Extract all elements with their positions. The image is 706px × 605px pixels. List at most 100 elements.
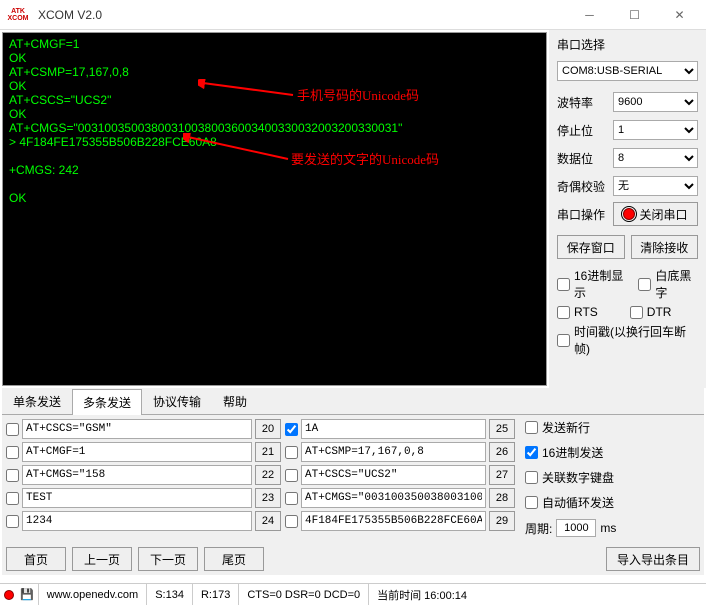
send-row-input[interactable] bbox=[22, 419, 252, 439]
multi-send-panel: 2021222324 2526272829 发送新行 16进制发送 关联数字键盘… bbox=[2, 415, 704, 575]
send-row-input[interactable] bbox=[301, 419, 486, 439]
send-row-button[interactable]: 23 bbox=[255, 488, 281, 508]
baud-select[interactable]: 9600 bbox=[613, 92, 698, 112]
send-row-button[interactable]: 21 bbox=[255, 442, 281, 462]
white-bg-checkbox[interactable] bbox=[638, 278, 651, 291]
status-sent: S:134 bbox=[146, 584, 192, 605]
window-title: XCOM V2.0 bbox=[38, 8, 567, 22]
port-select[interactable]: COM8:USB-SERIAL bbox=[557, 61, 698, 81]
record-icon bbox=[623, 208, 635, 220]
parity-select[interactable]: 无 bbox=[613, 176, 698, 196]
send-row-button[interactable]: 20 bbox=[255, 419, 281, 439]
dtr-checkbox[interactable] bbox=[630, 306, 643, 319]
rts-checkbox[interactable] bbox=[557, 306, 570, 319]
annotation-arrow-2 bbox=[183, 133, 293, 163]
send-row: 20 bbox=[6, 419, 281, 439]
tab-multi[interactable]: 多条发送 bbox=[72, 389, 142, 415]
titlebar: ATKXCOM XCOM V2.0 ─ ☐ ✕ bbox=[0, 0, 706, 30]
app-logo: ATKXCOM bbox=[4, 5, 32, 25]
send-row-input[interactable] bbox=[301, 488, 486, 508]
hex-display-checkbox[interactable] bbox=[557, 278, 570, 291]
nav-last-button[interactable]: 尾页 bbox=[204, 547, 264, 571]
terminal-line: OK bbox=[9, 191, 540, 205]
send-row: 26 bbox=[285, 442, 515, 462]
op-label: 串口操作 bbox=[557, 206, 613, 223]
maximize-button[interactable]: ☐ bbox=[612, 0, 657, 30]
annotation-1: 手机号码的Unicode码 bbox=[297, 85, 419, 104]
send-row-checkbox[interactable] bbox=[285, 446, 298, 459]
send-row: 21 bbox=[6, 442, 281, 462]
send-row: 28 bbox=[285, 488, 515, 508]
minimize-button[interactable]: ─ bbox=[567, 0, 612, 30]
status-time: 当前时间 16:00:14 bbox=[368, 584, 475, 605]
timestamp-checkbox[interactable] bbox=[557, 334, 570, 347]
import-export-button[interactable]: 导入导出条目 bbox=[606, 547, 700, 571]
send-row-checkbox[interactable] bbox=[6, 515, 19, 528]
terminal-output[interactable]: AT+CMGF=1OKAT+CSMP=17,167,0,8OKAT+CSCS="… bbox=[2, 32, 547, 386]
send-row-input[interactable] bbox=[22, 442, 252, 462]
send-row-checkbox[interactable] bbox=[6, 423, 19, 436]
save-window-button[interactable]: 保存窗口 bbox=[557, 235, 625, 259]
hex-send-checkbox[interactable] bbox=[525, 446, 538, 459]
save-icon[interactable]: 💾 bbox=[20, 588, 34, 601]
status-led-icon bbox=[4, 590, 14, 600]
annotation-arrow-1 bbox=[198, 79, 298, 99]
send-row-checkbox[interactable] bbox=[6, 446, 19, 459]
tab-protocol[interactable]: 协议传输 bbox=[142, 388, 212, 414]
send-row-input[interactable] bbox=[301, 511, 486, 531]
loop-checkbox[interactable] bbox=[525, 496, 538, 509]
send-row-button[interactable]: 29 bbox=[489, 511, 515, 531]
nav-first-button[interactable]: 首页 bbox=[6, 547, 66, 571]
send-row-button[interactable]: 25 bbox=[489, 419, 515, 439]
toggle-port-button[interactable]: 关闭串口 bbox=[613, 202, 698, 226]
tab-help[interactable]: 帮助 bbox=[212, 388, 258, 414]
send-row-checkbox[interactable] bbox=[285, 423, 298, 436]
terminal-line: OK bbox=[9, 107, 540, 121]
parity-label: 奇偶校验 bbox=[557, 178, 613, 195]
tab-single[interactable]: 单条发送 bbox=[2, 388, 72, 414]
send-row-input[interactable] bbox=[22, 511, 252, 531]
status-lines: CTS=0 DSR=0 DCD=0 bbox=[238, 584, 368, 605]
annotation-2: 要发送的文字的Unicode码 bbox=[291, 149, 439, 168]
nav-next-button[interactable]: 下一页 bbox=[138, 547, 198, 571]
send-row: 23 bbox=[6, 488, 281, 508]
close-button[interactable]: ✕ bbox=[657, 0, 702, 30]
data-select[interactable]: 8 bbox=[613, 148, 698, 168]
send-row-button[interactable]: 22 bbox=[255, 465, 281, 485]
send-row-checkbox[interactable] bbox=[285, 492, 298, 505]
send-tabs: 单条发送 多条发送 协议传输 帮助 bbox=[2, 388, 704, 415]
send-row-checkbox[interactable] bbox=[285, 515, 298, 528]
send-row-input[interactable] bbox=[301, 442, 486, 462]
clear-rx-button[interactable]: 清除接收 bbox=[631, 235, 699, 259]
send-row-button[interactable]: 28 bbox=[489, 488, 515, 508]
nav-prev-button[interactable]: 上一页 bbox=[72, 547, 132, 571]
send-row-button[interactable]: 24 bbox=[255, 511, 281, 531]
numpad-checkbox[interactable] bbox=[525, 471, 538, 484]
send-row-input[interactable] bbox=[22, 465, 252, 485]
send-row-input[interactable] bbox=[22, 488, 252, 508]
side-panel: 串口选择 COM8:USB-SERIAL 波特率9600 停止位1 数据位8 奇… bbox=[549, 30, 706, 388]
send-row-checkbox[interactable] bbox=[6, 469, 19, 482]
send-row: 24 bbox=[6, 511, 281, 531]
send-row-button[interactable]: 27 bbox=[489, 465, 515, 485]
terminal-line bbox=[9, 177, 540, 191]
period-input[interactable] bbox=[556, 519, 596, 537]
status-bar: 💾 www.openedv.com S:134 R:173 CTS=0 DSR=… bbox=[0, 583, 706, 605]
port-section-title: 串口选择 bbox=[557, 36, 698, 53]
send-row: 25 bbox=[285, 419, 515, 439]
terminal-line: +CMGS: 242 bbox=[9, 163, 540, 177]
send-row: 29 bbox=[285, 511, 515, 531]
status-url[interactable]: www.openedv.com bbox=[38, 584, 147, 605]
terminal-line: AT+CSMP=17,167,0,8 bbox=[9, 65, 540, 79]
data-label: 数据位 bbox=[557, 150, 613, 167]
terminal-line: OK bbox=[9, 51, 540, 65]
stop-select[interactable]: 1 bbox=[613, 120, 698, 140]
status-recv: R:173 bbox=[192, 584, 238, 605]
send-row: 27 bbox=[285, 465, 515, 485]
send-row-button[interactable]: 26 bbox=[489, 442, 515, 462]
send-row-checkbox[interactable] bbox=[6, 492, 19, 505]
baud-label: 波特率 bbox=[557, 94, 613, 111]
send-row-input[interactable] bbox=[301, 465, 486, 485]
newline-checkbox[interactable] bbox=[525, 421, 538, 434]
send-row-checkbox[interactable] bbox=[285, 469, 298, 482]
